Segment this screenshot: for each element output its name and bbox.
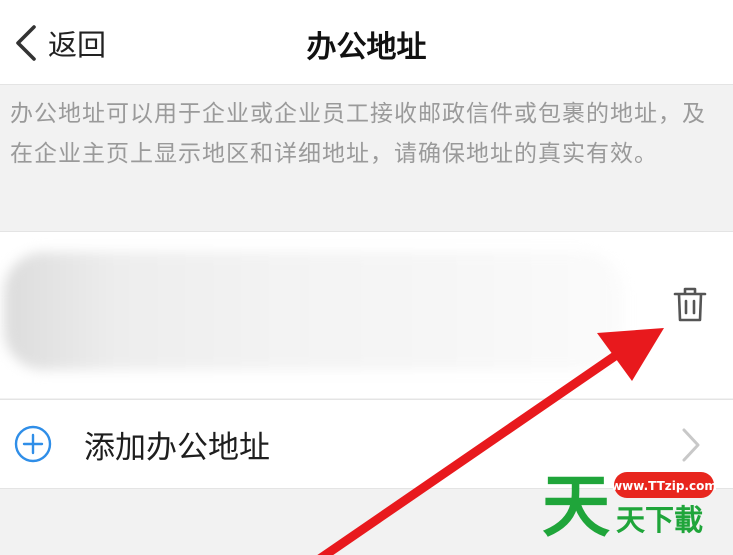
watermark-brand-char: 天 xyxy=(542,468,610,542)
watermark-url: www.TTzip.com xyxy=(611,479,717,493)
watermark-brand-text: 天下載 xyxy=(616,503,703,537)
site-watermark: 天 www.TTzip.com 天下載 xyxy=(542,468,717,542)
